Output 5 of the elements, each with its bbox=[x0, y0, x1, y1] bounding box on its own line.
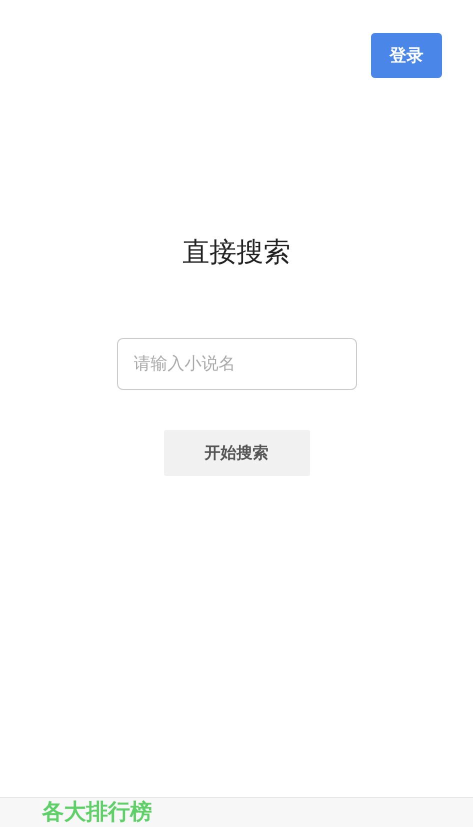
search-field[interactable]: 请输入小说名 bbox=[116, 338, 356, 390]
ranking-link[interactable]: 各大排行榜 bbox=[42, 802, 152, 824]
search-button[interactable]: 开始搜索 bbox=[164, 430, 310, 476]
page-title: 直接搜索 bbox=[182, 236, 290, 270]
login-button[interactable]: 登录 bbox=[371, 33, 442, 78]
